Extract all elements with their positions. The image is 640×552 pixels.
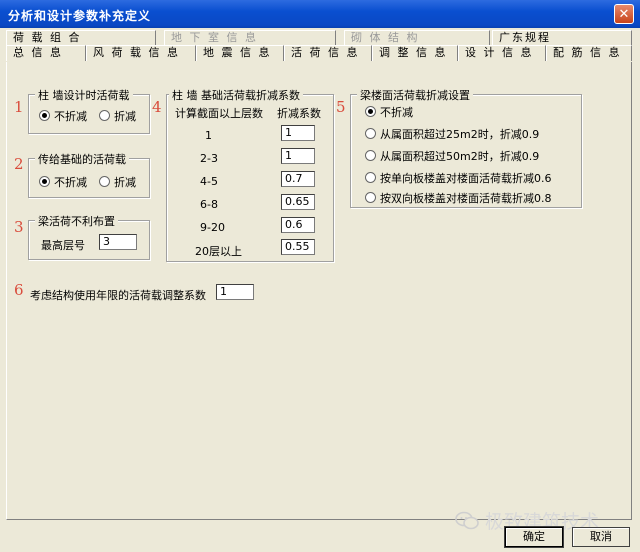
tab-load-combination[interactable]: 荷 载 组 合 [6,30,156,45]
tab-adjustment[interactable]: 调 整 信 息 [372,45,458,61]
tab-masonry[interactable]: 砌 体 结 构 [344,30,490,45]
tab-guangdong-code[interactable]: 广东规程 [492,30,632,45]
group-title: 柱 墙 基础活荷载折减系数 [169,87,303,103]
tab-strip: 荷 载 组 合 地 下 室 信 息 砌 体 结 构 广东规程 总 信 息 风 荷… [6,30,632,62]
reduction-factor-input[interactable]: 0.65 [281,194,315,210]
reduction-factor-input[interactable]: 1 [281,148,315,164]
group-title: 梁楼面活荷载折减设置 [357,87,473,103]
floors-cell: 6-8 [200,198,218,211]
floors-column-header: 计算截面以上层数 [175,107,263,120]
radio-selected-icon [39,176,50,187]
reduction-factor-input[interactable]: 0.6 [281,217,315,233]
live-load-reduction-factor-group: 柱 墙 基础活荷载折减系数 计算截面以上层数 折减系数 1 1 2-3 1 4-… [166,87,334,262]
factor-column-header: 折减系数 [277,107,321,120]
floors-cell: 9-20 [200,221,225,234]
close-button[interactable]: ✕ [614,4,634,24]
floors-cell: 2-3 [200,152,218,165]
beam-live-load-arrangement-group: 梁活荷不利布置 最高层号 3 [28,213,150,260]
reduction-factor-input[interactable]: 0.7 [281,171,315,187]
top-floor-label: 最高层号 [41,239,85,252]
floors-cell: 1 [205,129,212,142]
radio-icon [99,176,110,187]
beam-reduction-option-radio[interactable]: 按单向板楼盖对楼面活荷载折减0.6 [365,170,552,186]
title-bar: 分析和设计参数补充定义 ✕ [0,0,640,28]
foundation-live-load-group: 传给基础的活荷载 不折减 折减 [28,151,150,198]
group-title: 柱 墙设计时活荷载 [35,87,133,103]
reduction-factor-input[interactable]: 1 [281,125,315,141]
section-number-1: 1 [14,98,24,116]
section-number-4: 4 [152,98,162,116]
beam-reduction-option-radio[interactable]: 从属面积超过25m2时，折减0.9 [365,126,539,142]
ok-button[interactable]: 确定 [504,526,564,548]
tab-wind-load[interactable]: 风 荷 载 信 息 [86,45,196,61]
floors-cell: 4-5 [200,175,218,188]
foundation-reduce-radio[interactable]: 折减 [99,174,136,190]
service-life-factor-label: 考虑结构使用年限的活荷载调整系数 [30,289,206,302]
radio-selected-icon [365,106,376,117]
beam-reduction-option-radio[interactable]: 按双向板楼盖对楼面活荷载折减0.8 [365,190,552,206]
service-life-factor-input[interactable]: 1 [216,284,254,300]
beam-reduction-option-radio[interactable]: 不折减 [365,104,413,120]
foundation-no-reduce-radio[interactable]: 不折减 [39,174,87,190]
tab-seismic[interactable]: 地 震 信 息 [196,45,284,61]
group-title: 传给基础的活荷载 [35,151,129,167]
beam-reduction-option-radio[interactable]: 从属面积超过50m2时，折减0.9 [365,148,539,164]
section-number-6: 6 [14,281,24,299]
group-title: 梁活荷不利布置 [35,213,118,229]
reduction-factor-input[interactable]: 0.55 [281,239,315,255]
wechat-icon [455,511,479,530]
tab-reinforcement[interactable]: 配 筋 信 息 [546,45,632,61]
radio-icon [365,192,376,203]
radio-icon [365,128,376,139]
column-wall-live-load-group: 柱 墙设计时活荷载 不折减 折减 [28,87,150,134]
section-number-3: 3 [14,218,24,236]
column-no-reduce-radio[interactable]: 不折减 [39,108,87,124]
radio-icon [99,110,110,121]
beam-floor-live-load-reduction-group: 梁楼面活荷载折减设置 不折减 从属面积超过25m2时，折减0.9 从属面积超过5… [350,87,582,208]
section-number-5: 5 [336,98,346,116]
tab-live-load[interactable]: 活 荷 信 息 [284,45,372,61]
radio-icon [365,150,376,161]
top-floor-input[interactable]: 3 [99,234,137,250]
radio-selected-icon [39,110,50,121]
tab-general-info[interactable]: 总 信 息 [6,45,86,61]
window-title: 分析和设计参数补充定义 [8,9,152,23]
tab-design-info[interactable]: 设 计 信 息 [458,45,546,61]
tab-basement[interactable]: 地 下 室 信 息 [164,30,336,45]
radio-icon [365,172,376,183]
section-number-2: 2 [14,155,24,173]
floors-cell: 20层以上 [195,245,242,258]
cancel-button[interactable]: 取消 [572,527,630,547]
column-reduce-radio[interactable]: 折减 [99,108,136,124]
